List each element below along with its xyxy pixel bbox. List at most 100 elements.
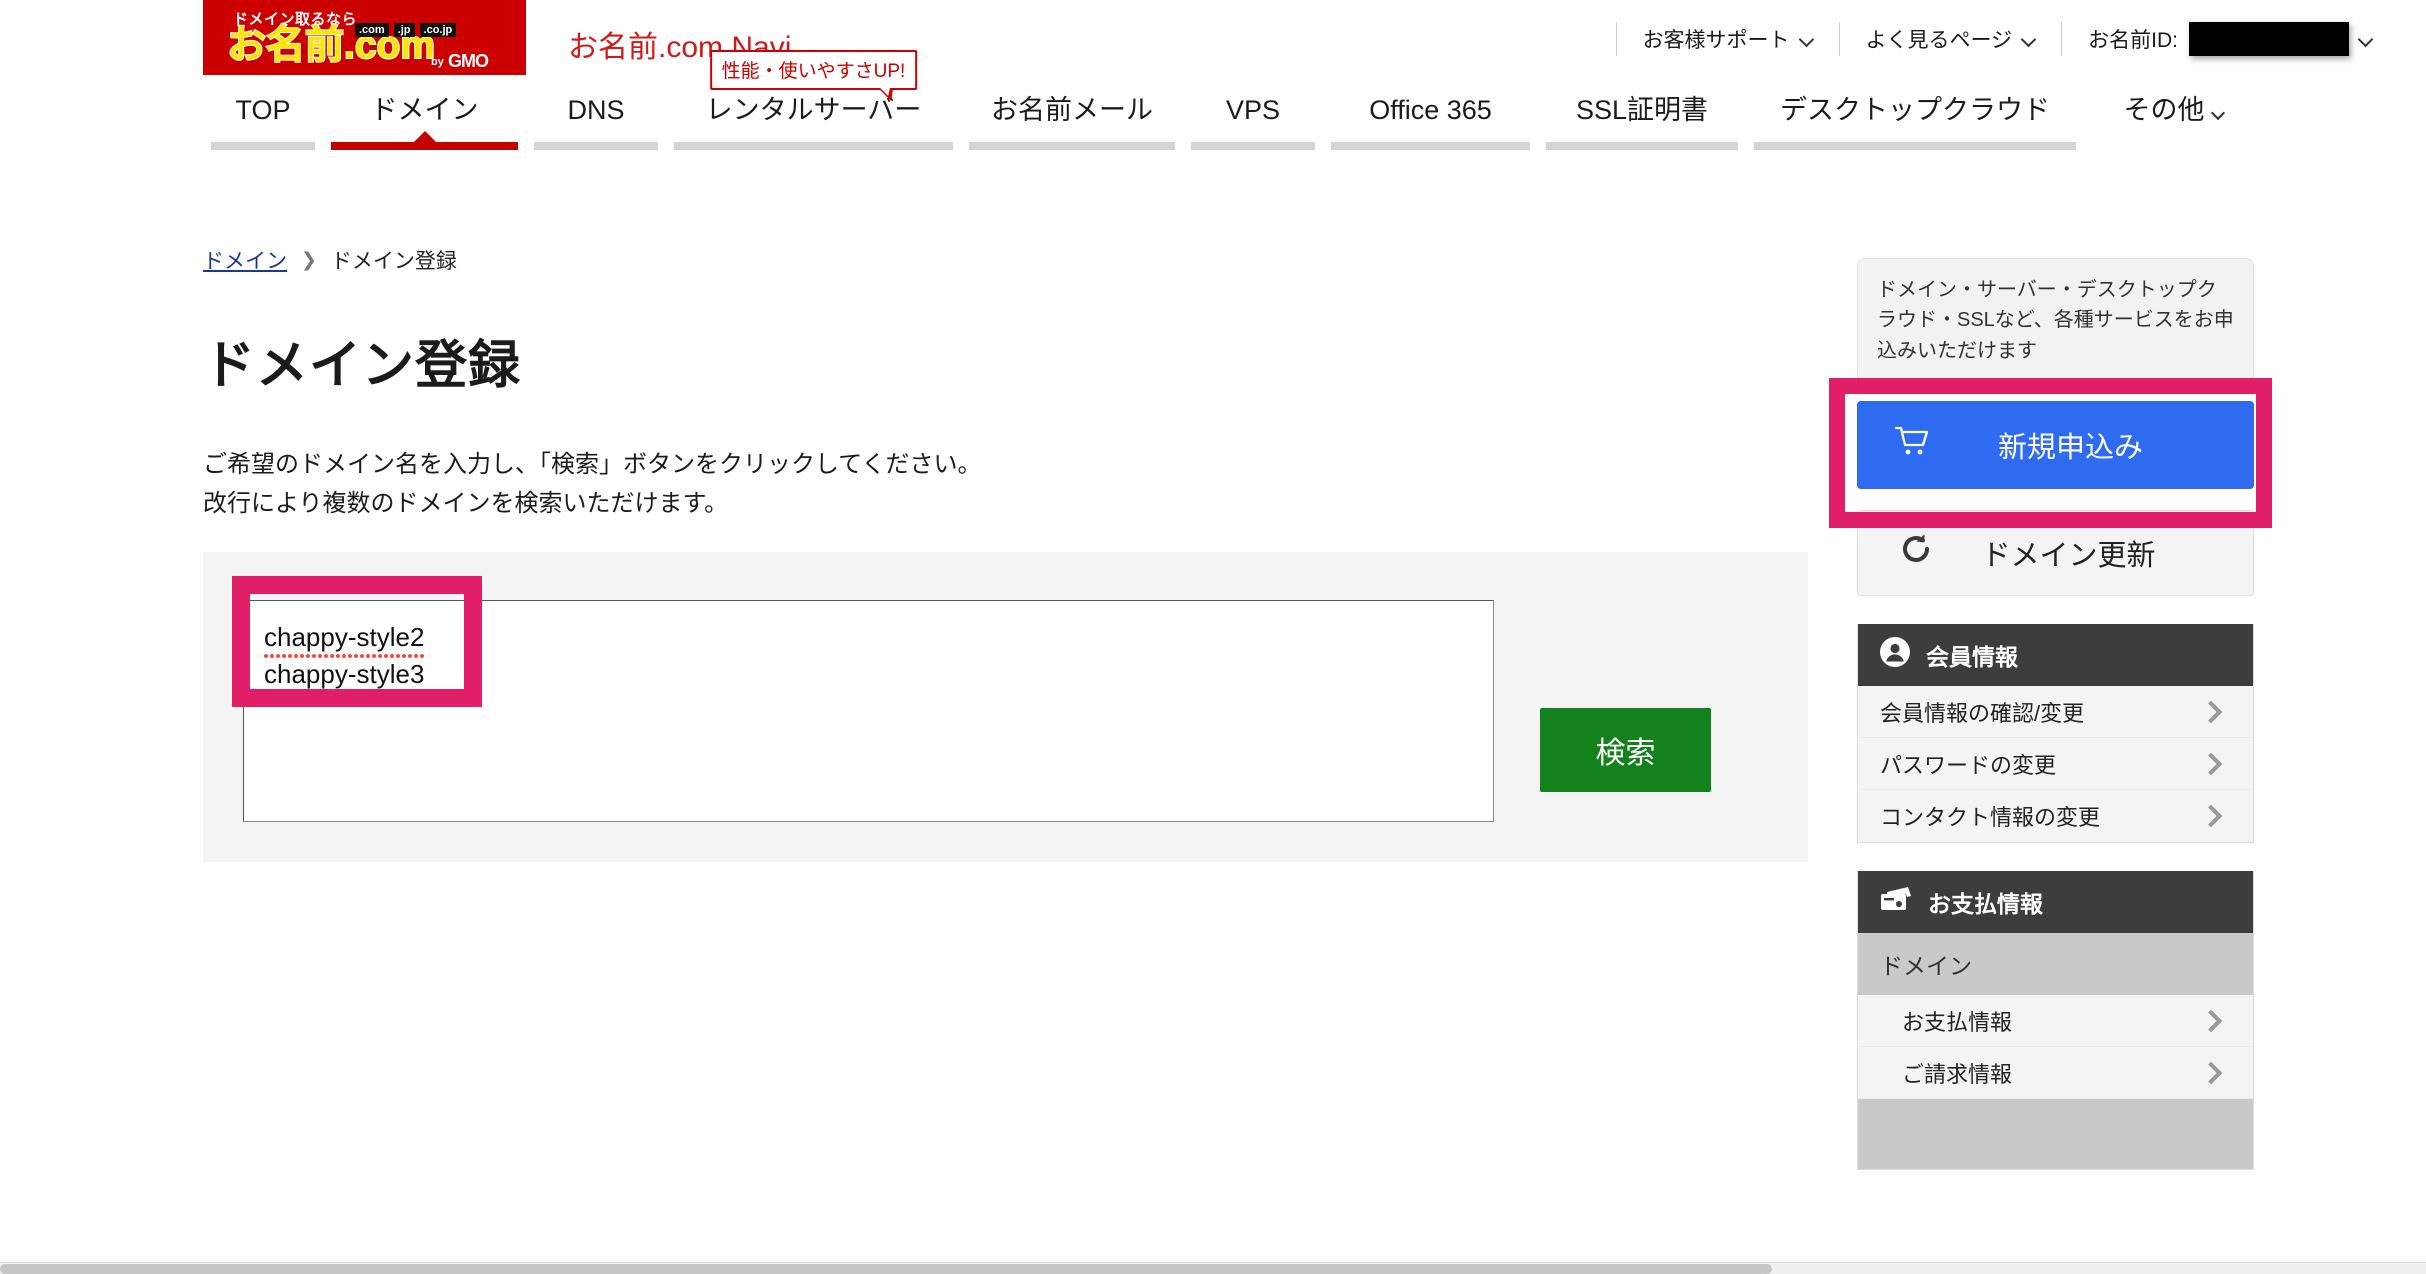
chevron-down-icon <box>2360 33 2372 45</box>
chevron-right-icon <box>2199 700 2223 723</box>
nav-underline <box>534 142 658 150</box>
nav-underline <box>674 142 953 150</box>
header-utility-nav: お客様サポート よく見るページ お名前ID: <box>1615 22 2398 56</box>
domain-search-input[interactable]: chappy-style2 chappy-style3 <box>243 600 1494 822</box>
nav-underline <box>1754 142 2076 150</box>
nav-item-other[interactable]: その他 <box>2084 97 2264 150</box>
search-button[interactable]: 検索 <box>1540 708 1711 792</box>
nav-item-dns-label: DNS <box>567 95 625 125</box>
sidebar-item-label: パスワードの変更 <box>1880 752 2057 778</box>
sidebar-item-contact-change[interactable]: コンタクト情報の変更 <box>1858 790 2253 843</box>
logo-by-text: by <box>431 56 444 68</box>
nav-item-vps-label: VPS <box>1225 95 1281 125</box>
page-root: ドメイン取るなら お名前.com .com .jp .co.jp by GMO … <box>0 0 2426 1274</box>
horizontal-scrollbar[interactable] <box>0 1262 2426 1274</box>
sidebar-item-label: お支払情報 <box>1902 1009 2013 1035</box>
account-id-label: お名前ID: <box>2088 29 2178 52</box>
header-menu-popular-pages[interactable]: よく見るページ <box>1840 24 2062 54</box>
logo-tld-com: .com <box>355 23 389 38</box>
nav-badge-tooltip: 性能・使いやすさUP! <box>709 50 918 101</box>
breadcrumb-link-domain[interactable]: ドメイン <box>203 245 287 275</box>
new-application-button[interactable]: 新規申込み <box>1857 401 2254 490</box>
nav-item-top-label: TOP <box>235 95 291 125</box>
chevron-down-icon <box>2023 33 2035 45</box>
logo-tld-jp: .jp <box>393 23 415 38</box>
horizontal-scrollbar-thumb[interactable] <box>0 1264 1772 1274</box>
nav-item-other-text: その他 <box>2123 95 2205 125</box>
nav-item-ssl-label: SSL証明書 <box>1575 95 1709 125</box>
breadcrumb-separator-icon: ❯ <box>301 249 317 271</box>
nav-active-arrow-icon <box>413 131 436 142</box>
chevron-down-icon <box>1801 33 1813 45</box>
nav-item-rental-server-label: レンタルサーバー <box>705 95 922 125</box>
nav-item-office-365-label: Office 365 <box>1369 95 1492 125</box>
nav-underline-active <box>331 142 518 150</box>
primary-nav-list: TOP ドメイン DNS 性能・使いやすさUP! レンタルサーバー お名前メール <box>203 50 2264 150</box>
nav-underline <box>1191 142 1315 150</box>
sidebar-item-label: 会員情報の確認/変更 <box>1880 700 2085 726</box>
account-id-redacted <box>2189 22 2349 56</box>
right-sidebar: ドメイン・サーバー・デスクトップクラウド・SSLなど、各種サービスをお申込みいた… <box>1857 258 2254 1171</box>
header-menu-support[interactable]: お客様サポート <box>1617 24 1839 54</box>
panel-payment-info-title: お支払情報 <box>1928 891 2043 918</box>
sidebar-item-label: コンタクト情報の変更 <box>1880 805 2101 831</box>
nav-item-onamae-mail-label: お名前メール <box>991 95 1153 125</box>
sidebar-item-label: ご請求情報 <box>1902 1061 2013 1087</box>
primary-nav: TOP ドメイン DNS 性能・使いやすさUP! レンタルサーバー お名前メール <box>0 50 2426 207</box>
panel-payment-subheader-cutoff <box>1858 1099 2253 1170</box>
panel-member-info-header: 会員情報 <box>1858 624 2253 687</box>
sidebar-item-payment-info[interactable]: お支払情報 <box>1858 995 2253 1048</box>
panel-member-info: 会員情報 会員情報の確認/変更 パスワードの変更 コンタクト情報の変更 <box>1857 624 2254 844</box>
nav-underline <box>969 142 1175 150</box>
domain-renew-button[interactable]: ドメイン更新 <box>1857 510 2254 597</box>
nav-item-rental-server[interactable]: 性能・使いやすさUP! レンタルサーバー <box>666 50 961 150</box>
nav-item-onamae-mail[interactable]: お名前メール <box>961 97 1183 150</box>
header-menu-popular-pages-label: よく見るページ <box>1865 29 2013 52</box>
breadcrumb-current: ドメイン登録 <box>330 250 457 273</box>
sidebar-item-member-info-edit[interactable]: 会員情報の確認/変更 <box>1858 686 2253 739</box>
header-menu-support-label: お客様サポート <box>1642 29 1790 52</box>
user-icon <box>1880 637 1910 673</box>
chevron-down-icon <box>2213 107 2225 119</box>
chevron-right-icon <box>2199 1061 2223 1084</box>
logo-gmo-text: GMO <box>448 51 489 71</box>
nav-underline <box>211 142 315 150</box>
onamae-logo[interactable]: ドメイン取るなら お名前.com .com .jp .co.jp by GMO <box>203 0 526 75</box>
header-account-menu[interactable]: お名前ID: <box>2062 22 2398 56</box>
nav-item-office-365[interactable]: Office 365 <box>1323 97 1538 150</box>
chevron-right-icon <box>2199 752 2223 775</box>
panel-payment-subheader-domain: ドメイン <box>1858 933 2253 996</box>
nav-item-dns[interactable]: DNS <box>526 97 666 150</box>
nav-item-vps[interactable]: VPS <box>1183 97 1323 150</box>
page-lead-line-1: ご希望のドメイン名を入力し、「検索」ボタンをクリックしてください。 <box>203 451 982 478</box>
nav-item-desktop-cloud[interactable]: デスクトップクラウド <box>1746 97 2084 150</box>
nav-underline <box>2092 142 2256 150</box>
domain-input-line-2: chappy-style3 <box>264 656 425 695</box>
nav-item-top[interactable]: TOP <box>203 97 323 150</box>
sidebar-item-password-change[interactable]: パスワードの変更 <box>1858 738 2253 791</box>
panel-payment-info-header: お支払情報 <box>1858 871 2253 934</box>
shopping-cart-icon <box>1894 426 1929 464</box>
site-header: ドメイン取るなら お名前.com .com .jp .co.jp by GMO … <box>0 0 2426 97</box>
nav-item-desktop-cloud-label: デスクトップクラウド <box>1780 95 2050 125</box>
chevron-right-icon <box>2199 1009 2223 1032</box>
domain-search-panel: chappy-style2 chappy-style3 検索 <box>203 552 1808 862</box>
nav-item-ssl[interactable]: SSL証明書 <box>1538 97 1746 150</box>
logo-tld-cojp: .co.jp <box>419 23 457 38</box>
domain-input-line-1: chappy-style2 <box>264 619 425 658</box>
nav-item-other-label: その他 <box>2084 97 2264 142</box>
breadcrumb: ドメイン ❯ ドメイン登録 <box>203 245 1808 275</box>
nav-item-domain[interactable]: ドメイン <box>323 97 526 150</box>
page-lead-line-2: 改行により複数のドメインを検索いただけます。 <box>203 489 729 517</box>
nav-underline <box>1546 142 1738 150</box>
page-lead-text: ご希望のドメイン名を入力し、「検索」ボタンをクリックしてください。 改行により複… <box>203 446 1808 524</box>
chevron-right-icon <box>2199 804 2223 828</box>
sidebar-item-billing-info[interactable]: ご請求情報 <box>1858 1047 2253 1100</box>
nav-underline <box>1331 142 1530 150</box>
page-title: ドメイン登録 <box>203 337 522 395</box>
credit-card-icon <box>1880 885 1912 919</box>
main-content: ドメイン ❯ ドメイン登録 ドメイン登録 ご希望のドメイン名を入力し、「検索」ボ… <box>203 245 1808 862</box>
panel-member-info-title: 会員情報 <box>1926 644 2018 671</box>
refresh-icon <box>1898 531 1934 575</box>
panel-payment-info: お支払情報 ドメイン お支払情報 ご請求情報 <box>1857 871 2254 1171</box>
